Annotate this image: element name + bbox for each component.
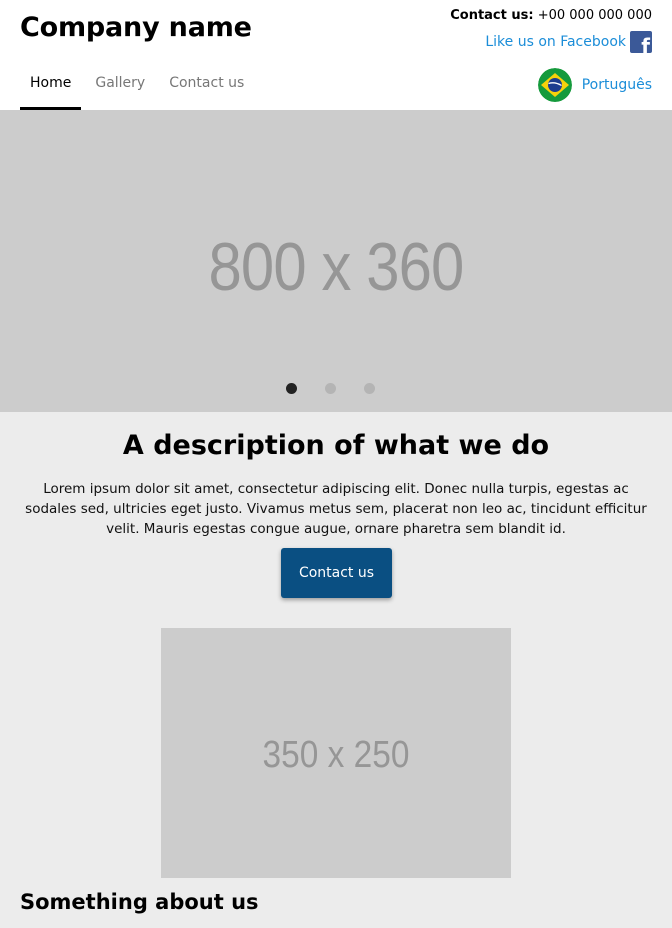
facebook-link[interactable]: Like us on Facebook [485,34,626,50]
facebook-icon[interactable]: f [630,31,652,53]
facebook-line: Like us on Facebook f [485,31,652,53]
carousel-dot-3[interactable] [363,383,375,394]
hero-carousel[interactable]: 800 x 360 [0,110,672,412]
contact-phone[interactable]: +00 000 000 000 [538,8,652,23]
carousel-indicators [0,383,672,394]
main-nav: Home Gallery Contact us [20,62,254,110]
carousel-dot-2[interactable] [324,383,336,394]
language-label: Português [581,77,652,93]
content-image-placeholder: 350 x 250 [161,628,511,878]
main-content: A description of what we do Lorem ipsum … [0,412,672,928]
nav-item-gallery[interactable]: Gallery [85,62,155,110]
nav-item-contact-us[interactable]: Contact us [159,62,254,110]
nav-item-home[interactable]: Home [20,62,82,110]
hero-image-placeholder: 800 x 360 [208,229,465,305]
carousel-dot-1[interactable] [285,383,297,394]
brazil-flag-icon [537,68,572,102]
contact-info: Contact us: +00 000 000 000 [450,8,652,23]
contact-label: Contact us: [450,8,534,23]
company-name[interactable]: Company name [20,12,252,43]
section-title: A description of what we do [122,430,550,461]
content-image-placeholder-text: 350 x 250 [262,734,410,776]
site-header: Company name Contact us: +00 000 000 000… [0,0,672,110]
contact-us-button[interactable]: Contact us [281,548,392,598]
about-title: Something about us [20,890,259,914]
language-switcher[interactable]: Português [537,68,652,102]
section-description: Lorem ipsum dolor sit amet, consectetur … [25,481,647,537]
